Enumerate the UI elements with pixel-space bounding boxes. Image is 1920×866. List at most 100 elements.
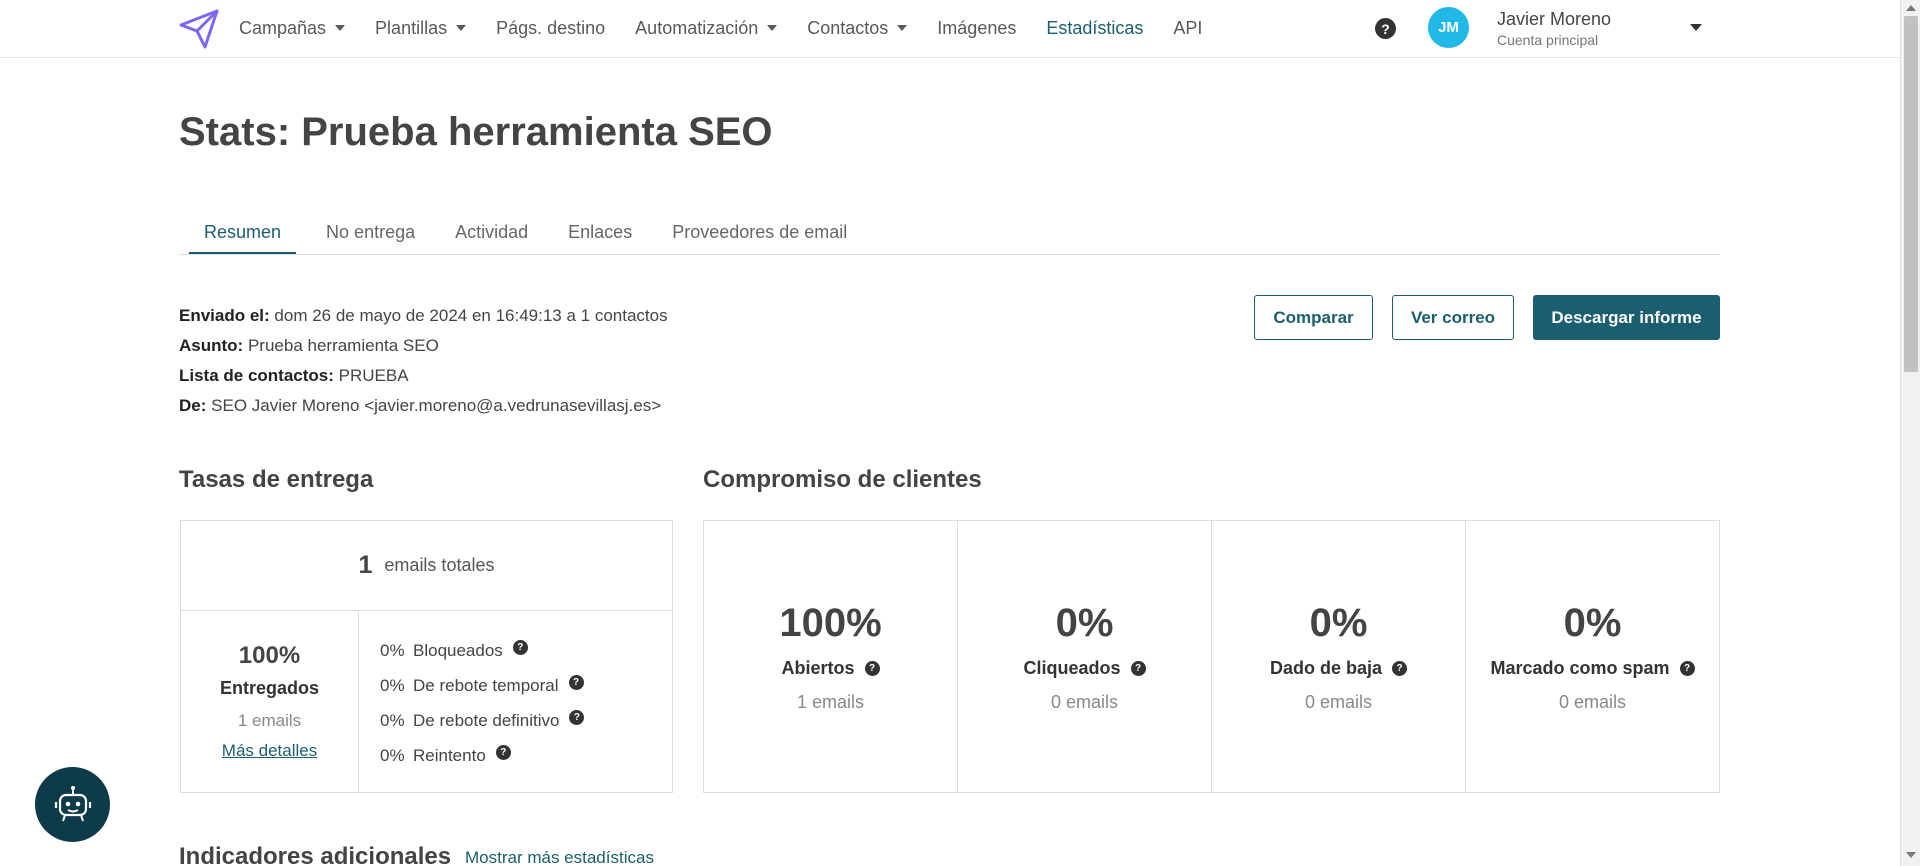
list-item: 0% De rebote temporal?	[380, 668, 584, 703]
chevron-down-icon	[897, 25, 908, 31]
nav-item-automation[interactable]: Automatización	[635, 17, 778, 39]
nav-item-label: Contactos	[807, 17, 889, 38]
nav-item-api[interactable]: API	[1173, 18, 1202, 39]
nav-item-images[interactable]: Imágenes	[937, 18, 1016, 39]
clicked-count: 0 emails	[1050, 692, 1119, 712]
nav-item-label: Campañas	[239, 17, 327, 38]
nav-item-label: Imágenes	[937, 17, 1017, 38]
help-icon[interactable]: ?	[568, 675, 584, 690]
from-value: SEO Javier Moreno <javier.moreno@a.vedru…	[211, 396, 662, 415]
help-icon[interactable]: ?	[495, 745, 511, 760]
clicked-label: Cliqueados?	[958, 658, 1211, 679]
chevron-down-icon	[767, 25, 778, 31]
clicked-card: 0% Cliqueados? 0 emails	[957, 520, 1212, 793]
unsubscribed-label-text: Dado de baja	[1269, 658, 1383, 678]
scroll-down-arrow-icon[interactable]	[1906, 852, 1916, 858]
delivered-count: 1 emails	[237, 711, 302, 730]
unsubscribed-card: 0% Dado de baja? 0 emails	[1211, 520, 1466, 793]
total-emails-label: emails totales	[384, 555, 495, 575]
opened-card: 100% Abiertos? 1 emails	[703, 520, 958, 793]
sent-label: Enviado el:	[179, 306, 270, 325]
help-icon[interactable]: ?	[1392, 661, 1408, 676]
top-navbar: Campañas Plantillas Págs. destino Automa…	[0, 0, 1900, 58]
user-name[interactable]: Javier Moreno	[1497, 9, 1611, 30]
show-more-stats-link[interactable]: Mostrar más estadísticas	[465, 848, 654, 866]
subject-label: Asunto:	[179, 336, 244, 355]
page-title: Stats: Prueba herramienta SEO	[179, 110, 773, 154]
avatar[interactable]: JM	[1428, 7, 1469, 48]
spam-percentage: 0%	[1563, 601, 1622, 645]
help-icon[interactable]: ?	[569, 710, 585, 725]
contact-list-value: PRUEBA	[338, 366, 409, 385]
nav-item-label: Automatización	[635, 17, 759, 38]
sent-value: dom 26 de mayo de 2024 en 16:49:13 a 1 c…	[274, 306, 668, 325]
user-account: Cuenta principal	[1497, 32, 1599, 48]
sent-info: Enviado el: dom 26 de mayo de 2024 en 16…	[179, 301, 668, 331]
delivery-card: 1 emails totales 100% Entregados 1 email…	[180, 520, 673, 793]
blocked-percentage: 0%	[380, 640, 405, 660]
chevron-down-icon	[456, 25, 467, 31]
nav-item-statistics[interactable]: Estadísticas	[1046, 18, 1143, 39]
chevron-down-icon	[335, 25, 346, 31]
scroll-up-arrow-icon[interactable]	[1906, 5, 1916, 11]
scrollbar-thumb[interactable]	[1904, 16, 1918, 372]
spam-card: 0% Marcado como spam? 0 emails	[1465, 520, 1720, 793]
opened-percentage: 100%	[779, 601, 882, 645]
nav-item-campaigns[interactable]: Campañas	[239, 17, 346, 39]
opened-count: 1 emails	[796, 692, 865, 712]
clicked-percentage: 0%	[1055, 601, 1114, 645]
opened-label-text: Abiertos	[781, 658, 855, 678]
subject-value: Prueba herramienta SEO	[247, 336, 439, 355]
download-report-button[interactable]: Descargar informe	[1533, 295, 1720, 340]
help-icon[interactable]: ?	[512, 640, 528, 655]
chatbot-button[interactable]	[35, 767, 110, 842]
tab-bar: Resumen No entrega Actividad Enlaces Pro…	[179, 210, 1720, 255]
hard-bounce-percentage: 0%	[380, 710, 405, 730]
nav-item-templates[interactable]: Plantillas	[375, 18, 467, 39]
list-item: 0% Bloqueados?	[380, 633, 584, 668]
total-emails-count: 1	[358, 551, 373, 579]
from-info: De: SEO Javier Moreno <javier.moreno@a.v…	[179, 391, 668, 421]
delivery-section-title: Tasas de entrega	[179, 466, 374, 493]
user-menu-chevron-down-icon[interactable]	[1690, 24, 1702, 31]
from-label: De:	[179, 396, 207, 415]
blocked-label: Bloqueados	[413, 640, 503, 660]
unsubscribed-count: 0 emails	[1304, 692, 1373, 712]
robot-icon	[54, 785, 91, 821]
delivered-column: 100% Entregados 1 emails Más detalles	[181, 612, 359, 792]
nav-item-contacts[interactable]: Contactos	[807, 17, 908, 39]
list-item: 0% Reintento?	[380, 738, 584, 773]
nav-item-label: Págs. destino	[496, 17, 606, 38]
tab-non-delivery[interactable]: No entrega	[306, 210, 435, 254]
help-icon[interactable]: ?	[1375, 18, 1396, 39]
contact-list-info: Lista de contactos: PRUEBA	[179, 361, 668, 391]
spam-count: 0 emails	[1558, 692, 1627, 712]
scrollbar[interactable]	[1900, 0, 1920, 866]
delivered-percentage: 100%	[238, 642, 301, 669]
retry-percentage: 0%	[380, 745, 405, 765]
spam-label: Marcado como spam?	[1466, 658, 1719, 679]
help-icon[interactable]: ?	[1679, 661, 1695, 676]
additional-section-title: Indicadores adicionales	[179, 843, 452, 866]
main-nav: Campañas Plantillas Págs. destino Automa…	[239, 0, 1232, 56]
tab-activity[interactable]: Actividad	[435, 210, 548, 254]
nav-item-label: API	[1173, 17, 1203, 38]
clicked-label-text: Cliqueados	[1023, 658, 1121, 678]
tab-email-providers[interactable]: Proveedores de email	[652, 210, 867, 254]
opened-label: Abiertos?	[704, 658, 957, 679]
tab-links[interactable]: Enlaces	[548, 210, 652, 254]
bounce-list: 0% Bloqueados? 0% De rebote temporal? 0% De…	[380, 633, 585, 773]
unsubscribed-label: Dado de baja?	[1212, 658, 1465, 679]
help-icon[interactable]: ?	[864, 661, 880, 676]
nav-item-landing-pages[interactable]: Págs. destino	[496, 18, 605, 39]
retry-label: Reintento	[413, 745, 486, 765]
more-details-link[interactable]: Más detalles	[222, 741, 317, 760]
soft-bounce-percentage: 0%	[380, 675, 405, 695]
total-emails-row: 1 emails totales	[181, 521, 672, 611]
tab-summary[interactable]: Resumen	[189, 210, 297, 254]
help-icon[interactable]: ?	[1130, 661, 1146, 676]
compare-button[interactable]: Comparar	[1254, 295, 1373, 340]
paper-plane-logo-icon[interactable]	[177, 7, 221, 51]
soft-bounce-label: De rebote temporal	[413, 675, 559, 695]
view-email-button[interactable]: Ver correo	[1392, 295, 1514, 340]
